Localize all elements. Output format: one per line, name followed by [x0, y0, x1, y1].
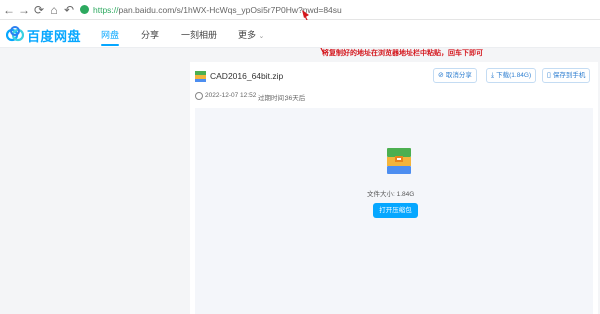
tab-album[interactable]: 一刻相册: [181, 28, 217, 41]
arrow-right-icon[interactable]: →: [17, 3, 31, 17]
file-size: 文件大小: 1.84G: [367, 191, 415, 198]
file-name: CAD2016_64bit.zip: [210, 71, 284, 81]
clock-icon: [195, 92, 203, 100]
download-label: 下载(1.84G): [496, 72, 532, 79]
download-icon: ⤓: [491, 72, 495, 79]
secure-lock-icon: [80, 5, 89, 14]
reload-icon[interactable]: ⟳: [32, 3, 46, 17]
annotation-text: 将复制好的地址在浏览器地址栏中粘贴，回车下即可: [322, 48, 483, 57]
arrow-left-icon[interactable]: ←: [2, 3, 16, 17]
file-preview-area: 文件大小: 1.84G 打开压缩包: [195, 108, 593, 314]
cancel-share-label: 取消分享: [445, 72, 472, 79]
active-tab-indicator: [101, 44, 119, 46]
address-bar[interactable]: https://pan.baidu.com/s/1hWX-HcWqs_ypOsi…: [80, 2, 596, 18]
chevron-down-icon: ⌄: [258, 33, 265, 40]
save-to-phone-label: 保存到手机: [552, 72, 586, 79]
cancel-share-button[interactable]: ⊘ 取消分享: [433, 68, 477, 83]
url-scheme: https://: [93, 5, 119, 15]
save-to-phone-button[interactable]: ▯ 保存到手机: [542, 68, 591, 83]
phone-icon: ▯: [547, 72, 551, 79]
tab-share[interactable]: 分享: [141, 28, 159, 41]
open-archive-button[interactable]: 打开压缩包: [373, 203, 418, 218]
site-header: 百度网盘 网盘 分享 一刻相册 更多 ⌄: [0, 20, 600, 48]
share-card: CAD2016_64bit.zip 2022-12-07 12:52 过期时间：…: [190, 62, 598, 314]
tab-more-label: 更多: [238, 30, 257, 40]
baidu-netdisk-logo-icon[interactable]: [6, 26, 24, 42]
expire-value: 36天后: [285, 95, 306, 102]
tab-netdisk[interactable]: 网盘: [101, 28, 119, 41]
tab-more[interactable]: 更多 ⌄: [238, 28, 264, 41]
zip-archive-icon: [387, 148, 411, 174]
zip-file-icon: [195, 71, 206, 82]
cancel-icon: ⊘: [438, 72, 444, 79]
share-date: 2022-12-07 12:52: [205, 92, 257, 99]
home-icon[interactable]: ⌂: [47, 3, 61, 17]
undo-icon[interactable]: ↶: [62, 3, 76, 17]
download-button[interactable]: ⤓ 下载(1.84G): [486, 68, 537, 83]
brand-name[interactable]: 百度网盘: [27, 26, 81, 45]
